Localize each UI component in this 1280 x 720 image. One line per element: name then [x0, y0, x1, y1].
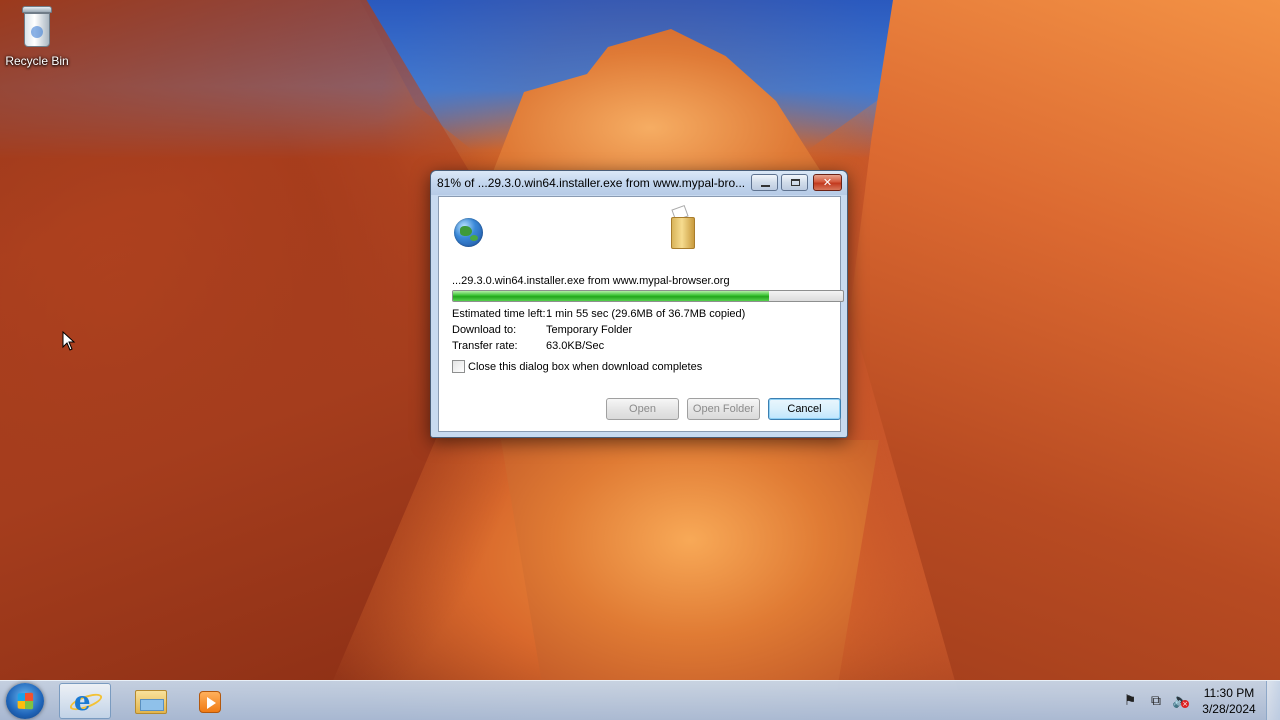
close-button[interactable]: ✕ [813, 174, 842, 191]
folder-icon [671, 217, 695, 249]
volume-muted-icon[interactable]: 🔈 × [1172, 693, 1189, 709]
info-value: Temporary Folder [546, 324, 633, 336]
network-icon[interactable]: ⧉ [1148, 693, 1164, 709]
info-row-download-to: Download to: Temporary Folder [452, 324, 632, 336]
close-when-complete-option[interactable]: Close this dialog box when download comp… [452, 360, 702, 373]
taskbar: e ⚑ ⧉ 🔈 × 11:30 PM 3/28/2024 [0, 680, 1280, 720]
download-filename: ...29.3.0.win64.installer.exe from www.m… [452, 275, 730, 287]
info-row-transfer-rate: Transfer rate: 63.0KB/Sec [452, 340, 604, 352]
minimize-button[interactable] [751, 174, 778, 191]
taskbar-internet-explorer[interactable]: e [59, 683, 111, 719]
download-dialog: 81% of ...29.3.0.win64.installer.exe fro… [430, 170, 848, 438]
globe-icon [454, 218, 483, 247]
info-label: Transfer rate: [452, 340, 518, 352]
media-player-icon [199, 691, 221, 713]
wallpaper-rock-right [850, 0, 1280, 690]
info-value: 1 min 55 sec (29.6MB of 36.7MB copied) [546, 308, 746, 320]
windows-explorer-icon [135, 690, 167, 714]
dialog-title: 81% of ...29.3.0.win64.installer.exe fro… [437, 176, 746, 190]
taskbar-media-player[interactable] [183, 683, 235, 719]
close-when-complete-checkbox[interactable] [452, 360, 465, 373]
info-label: Estimated time left: [452, 308, 546, 320]
info-value: 63.0KB/Sec [546, 340, 605, 352]
wallpaper-rock-bottom [501, 440, 879, 690]
dialog-titlebar[interactable]: 81% of ...29.3.0.win64.installer.exe fro… [431, 171, 847, 195]
minimize-icon [761, 185, 770, 187]
clock-time: 11:30 PM [1203, 686, 1255, 700]
dialog-body: ...29.3.0.win64.installer.exe from www.m… [438, 196, 844, 432]
info-label: Download to: [452, 324, 517, 336]
system-clock[interactable]: 11:30 PM 3/28/2024 [1196, 685, 1262, 717]
maximize-icon [791, 179, 800, 186]
progress-fill [453, 291, 769, 301]
cancel-button[interactable]: Cancel [768, 398, 841, 420]
open-button[interactable]: Open [606, 398, 679, 420]
desktop-icon-recycle-bin[interactable]: Recycle Bin [4, 6, 70, 68]
maximize-button[interactable] [781, 174, 808, 191]
close-icon: ✕ [822, 176, 833, 189]
action-center-flag-icon[interactable]: ⚑ [1122, 693, 1138, 709]
recycle-bin-icon [20, 6, 54, 48]
download-progress-bar [452, 290, 844, 302]
desktop-icon-label: Recycle Bin [5, 54, 69, 68]
show-desktop-button[interactable] [1266, 681, 1280, 720]
clock-date: 3/28/2024 [1202, 702, 1256, 716]
start-button[interactable] [6, 683, 44, 719]
taskbar-windows-explorer[interactable] [125, 683, 177, 719]
open-folder-button[interactable]: Open Folder [687, 398, 760, 420]
info-row-time-left: Estimated time left:1 min 55 sec (29.6MB… [452, 308, 745, 320]
checkbox-label: Close this dialog box when download comp… [468, 361, 703, 373]
internet-explorer-icon: e [74, 687, 91, 717]
mute-x-icon: × [1181, 700, 1189, 708]
